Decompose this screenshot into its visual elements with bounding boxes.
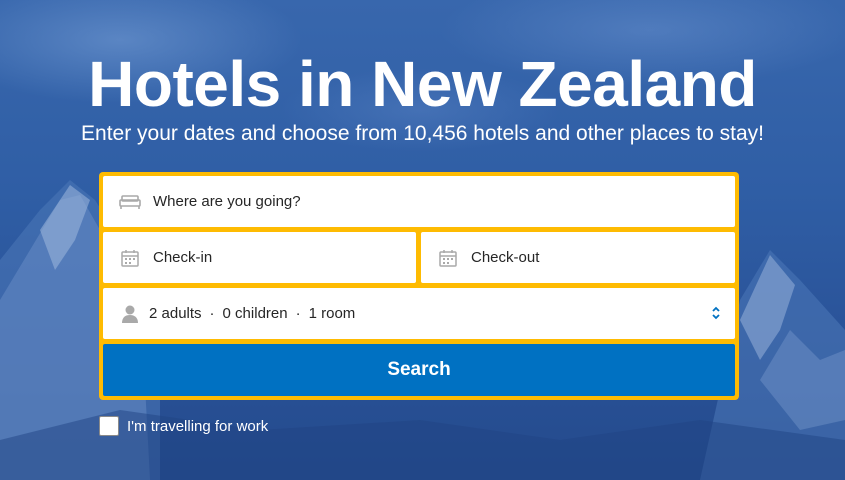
separator: · [295,305,301,322]
checkout-label: Check-out [471,249,540,266]
page-subtitle: Enter your dates and choose from 10,456 … [81,122,764,145]
work-trip-label: I'm travelling for work [127,417,269,435]
bed-icon [119,191,141,213]
separator: · [209,305,215,322]
calendar-icon [119,247,141,269]
destination-placeholder: Where are you going? [153,193,301,210]
adults-count: 2 adults [149,305,202,322]
calendar-icon [437,247,459,269]
rooms-count: 1 room [308,305,356,322]
guests-selector[interactable]: 2 adults · 0 children · 1 room [103,288,735,339]
guests-summary: 2 adults · 0 children · 1 room [149,305,355,322]
search-button[interactable]: Search [103,344,735,396]
checkin-label: Check-in [153,249,213,266]
person-icon [119,303,141,325]
destination-field[interactable]: Where are you going? [103,176,735,227]
work-trip-checkbox[interactable] [99,416,119,436]
children-count: 0 children [222,305,288,322]
checkin-field[interactable]: Check-in [103,232,416,283]
chevron-updown-icon[interactable] [709,303,723,323]
work-trip-option[interactable]: I'm travelling for work [99,416,268,436]
page-title: Hotels in New Zealand [88,48,757,120]
checkout-field[interactable]: Check-out [421,232,735,283]
search-form: Where are you going? Check-in Check-out … [99,172,739,400]
